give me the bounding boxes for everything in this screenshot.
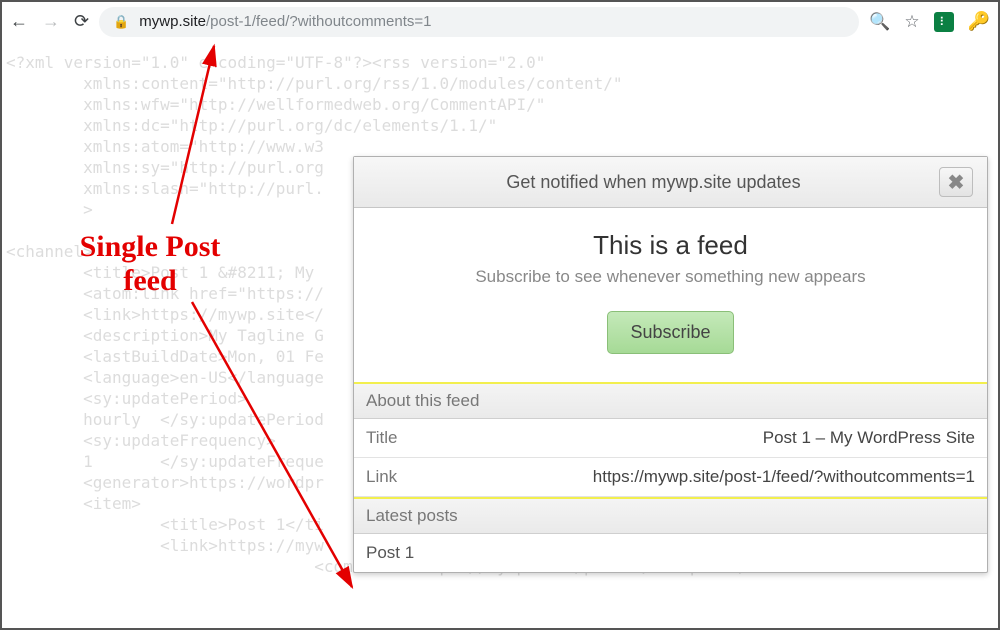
- annotation-line2: feed: [50, 264, 250, 298]
- forward-button[interactable]: →: [42, 11, 60, 32]
- panel-body: This is a feed Subscribe to see whenever…: [354, 208, 987, 382]
- latest-post-row[interactable]: Post 1: [354, 534, 987, 572]
- url-text: mywp.site/post-1/feed/?withoutcomments=1: [139, 13, 431, 30]
- about-title-value: Post 1 – My WordPress Site: [763, 428, 975, 448]
- address-bar[interactable]: 🔒 mywp.site/post-1/feed/?withoutcomments…: [99, 7, 859, 37]
- panel-header-title: Get notified when mywp.site updates: [368, 172, 939, 193]
- url-host: mywp.site: [139, 13, 206, 30]
- about-section-header: About this feed: [354, 382, 987, 419]
- browser-toolbar: ← → ⟳ 🔒 mywp.site/post-1/feed/?withoutco…: [2, 2, 998, 42]
- panel-header: Get notified when mywp.site updates ✖: [354, 157, 987, 208]
- lock-icon: 🔒: [113, 14, 129, 30]
- annotation-label: Single Post feed: [50, 230, 250, 298]
- extension-badge[interactable]: ⠇: [934, 12, 954, 32]
- zoom-icon[interactable]: 🔍: [869, 12, 890, 32]
- toolbar-right: 🔍 ☆ ⠇ 🔑: [869, 11, 990, 32]
- panel-body-title: This is a feed: [374, 230, 967, 261]
- close-button[interactable]: ✖: [939, 167, 973, 197]
- reload-button[interactable]: ⟳: [74, 11, 89, 32]
- feed-panel: Get notified when mywp.site updates ✖ Th…: [353, 156, 988, 573]
- about-row-link: Link https://mywp.site/post-1/feed/?with…: [354, 458, 987, 497]
- about-link-key: Link: [366, 467, 397, 487]
- about-title-key: Title: [366, 428, 398, 448]
- panel-body-subtitle: Subscribe to see whenever something new …: [374, 267, 967, 287]
- about-link-value: https://mywp.site/post-1/feed/?withoutco…: [593, 467, 975, 487]
- url-path: /post-1/feed/?withoutcomments=1: [206, 13, 432, 30]
- key-icon[interactable]: 🔑: [968, 11, 990, 32]
- nav-buttons: ← → ⟳: [10, 11, 89, 32]
- back-button[interactable]: ←: [10, 11, 28, 32]
- subscribe-button[interactable]: Subscribe: [607, 311, 733, 354]
- about-row-title: Title Post 1 – My WordPress Site: [354, 419, 987, 458]
- latest-section-header: Latest posts: [354, 497, 987, 534]
- star-icon[interactable]: ☆: [904, 12, 919, 32]
- annotation-line1: Single Post: [50, 230, 250, 264]
